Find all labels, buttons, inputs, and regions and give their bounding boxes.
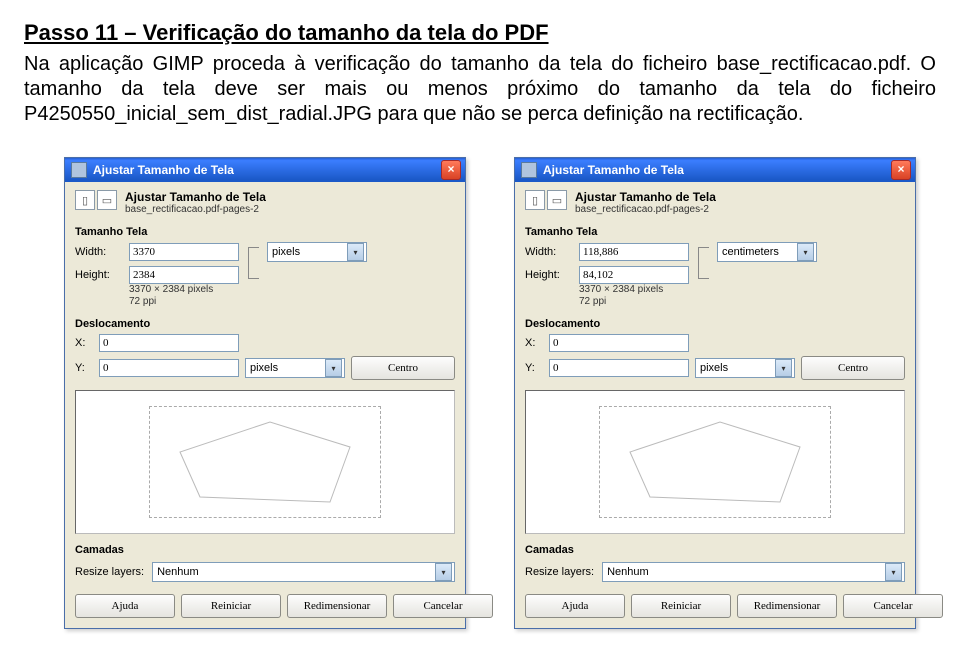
section-layers: Camadas <box>75 544 455 556</box>
resize-layers-label: Resize layers: <box>525 566 594 578</box>
portrait-icon[interactable]: ▯ <box>75 190 95 210</box>
x-input[interactable] <box>549 334 689 352</box>
resize-button[interactable]: Redimensionar <box>287 594 387 618</box>
section-canvas-size: Tamanho Tela <box>525 226 905 238</box>
offset-unit-select[interactable]: pixels ▾ <box>695 358 795 378</box>
canvas-size-dialog-left: Ajustar Tamanho de Tela × ▯ ▭ Ajustar Ta… <box>64 157 466 629</box>
canvas-size-dialog-right: Ajustar Tamanho de Tela × ▯ ▭ Ajustar Ta… <box>514 157 916 629</box>
height-input[interactable] <box>129 266 239 284</box>
dialogs-row: Ajustar Tamanho de Tela × ▯ ▭ Ajustar Ta… <box>24 157 936 629</box>
dialog-header: ▯ ▭ Ajustar Tamanho de Tela base_rectifi… <box>525 190 905 216</box>
resize-layers-select[interactable]: Nenhum ▾ <box>602 562 905 582</box>
chevron-down-icon: ▾ <box>775 359 792 377</box>
step-title: Passo 11 – Verificação do tamanho da tel… <box>24 20 936 46</box>
chevron-down-icon: ▾ <box>797 243 814 261</box>
titlebar: Ajustar Tamanho de Tela × <box>515 158 915 182</box>
resize-layers-value: Nenhum <box>157 566 199 578</box>
resize-button[interactable]: Redimensionar <box>737 594 837 618</box>
width-label: Width: <box>75 246 123 258</box>
landscape-icon[interactable]: ▭ <box>97 190 117 210</box>
chevron-down-icon: ▾ <box>325 359 342 377</box>
landscape-icon[interactable]: ▭ <box>547 190 567 210</box>
y-label: Y: <box>75 362 93 374</box>
dialog-subtitle: Ajustar Tamanho de Tela <box>125 190 266 204</box>
reset-button[interactable]: Reiniciar <box>631 594 731 618</box>
center-button[interactable]: Centro <box>801 356 905 380</box>
step-paragraph: Na aplicação GIMP proceda à verificação … <box>24 52 936 127</box>
reset-button[interactable]: Reiniciar <box>181 594 281 618</box>
dialog-header: ▯ ▭ Ajustar Tamanho de Tela base_rectifi… <box>75 190 455 216</box>
x-input[interactable] <box>99 334 239 352</box>
titlebar: Ajustar Tamanho de Tela × <box>65 158 465 182</box>
preview-area <box>525 390 905 534</box>
close-icon[interactable]: × <box>441 160 461 180</box>
window-title: Ajustar Tamanho de Tela <box>543 163 684 177</box>
height-input[interactable] <box>579 266 689 284</box>
section-offset: Deslocamento <box>525 318 905 330</box>
dims-ppi: 72 ppi <box>129 296 455 308</box>
window-title: Ajustar Tamanho de Tela <box>93 163 234 177</box>
dims-pixels: 3370 × 2384 pixels <box>579 284 905 296</box>
width-label: Width: <box>525 246 573 258</box>
unit-value: centimeters <box>722 246 779 258</box>
preview-area <box>75 390 455 534</box>
x-label: X: <box>525 337 543 349</box>
portrait-icon[interactable]: ▯ <box>525 190 545 210</box>
chevron-down-icon: ▾ <box>885 563 902 581</box>
section-offset: Deslocamento <box>75 318 455 330</box>
offset-unit-select[interactable]: pixels ▾ <box>245 358 345 378</box>
app-icon <box>521 162 537 178</box>
y-input[interactable] <box>549 359 689 377</box>
resize-layers-value: Nenhum <box>607 566 649 578</box>
chevron-down-icon: ▾ <box>347 243 364 261</box>
dialog-filename: base_rectificacao.pdf-pages-2 <box>125 204 266 216</box>
chevron-down-icon: ▾ <box>435 563 452 581</box>
help-button[interactable]: Ajuda <box>75 594 175 618</box>
close-icon[interactable]: × <box>891 160 911 180</box>
x-label: X: <box>75 337 93 349</box>
y-label: Y: <box>525 362 543 374</box>
help-button[interactable]: Ajuda <box>525 594 625 618</box>
offset-unit-value: pixels <box>700 362 728 374</box>
section-canvas-size: Tamanho Tela <box>75 226 455 238</box>
cancel-button[interactable]: Cancelar <box>393 594 493 618</box>
height-label: Height: <box>525 269 573 281</box>
resize-layers-select[interactable]: Nenhum ▾ <box>152 562 455 582</box>
unit-select[interactable]: centimeters ▾ <box>717 242 817 262</box>
y-input[interactable] <box>99 359 239 377</box>
dialog-subtitle: Ajustar Tamanho de Tela <box>575 190 716 204</box>
dims-pixels: 3370 × 2384 pixels <box>129 284 455 296</box>
center-button[interactable]: Centro <box>351 356 455 380</box>
unit-value: pixels <box>272 246 300 258</box>
dims-ppi: 72 ppi <box>579 296 905 308</box>
cancel-button[interactable]: Cancelar <box>843 594 943 618</box>
unit-select[interactable]: pixels ▾ <box>267 242 367 262</box>
section-layers: Camadas <box>525 544 905 556</box>
resize-layers-label: Resize layers: <box>75 566 144 578</box>
width-input[interactable] <box>579 243 689 261</box>
link-chain-icon[interactable] <box>245 242 261 284</box>
dialog-filename: base_rectificacao.pdf-pages-2 <box>575 204 716 216</box>
offset-unit-value: pixels <box>250 362 278 374</box>
height-label: Height: <box>75 269 123 281</box>
app-icon <box>71 162 87 178</box>
link-chain-icon[interactable] <box>695 242 711 284</box>
width-input[interactable] <box>129 243 239 261</box>
